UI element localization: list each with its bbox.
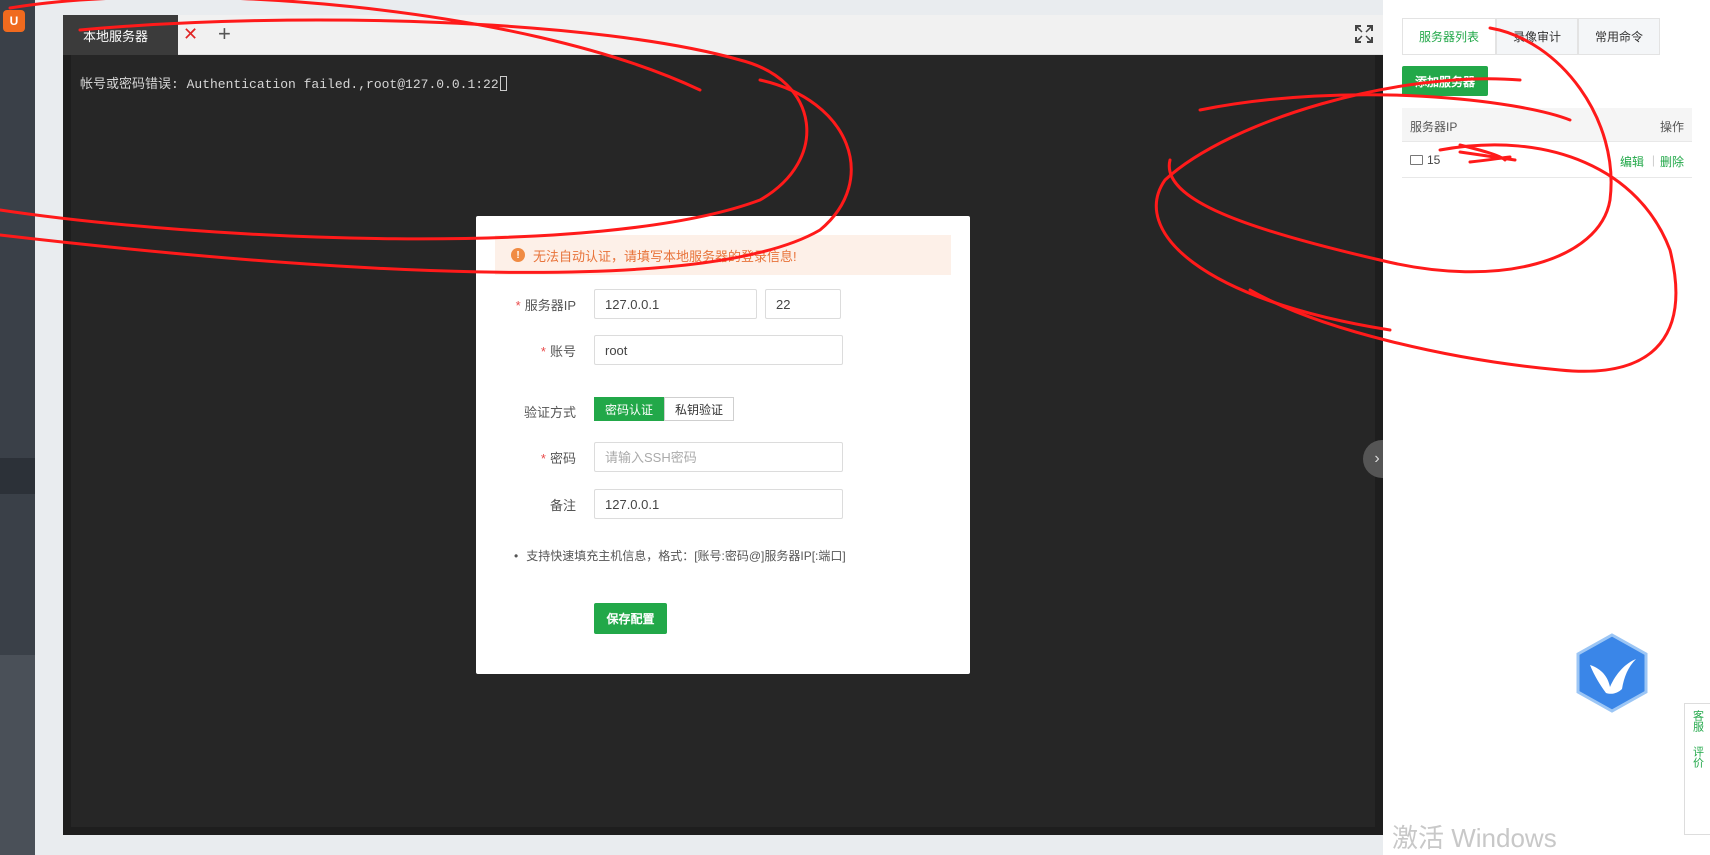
col-server-ip: 服务器IP: [1410, 120, 1458, 134]
main-panel: 本地服务器 ✕ + 帐号或密码错误: Authentication failed…: [63, 15, 1391, 835]
server-ip-label: * 服务器IP: [515, 298, 576, 313]
bird-logo-icon[interactable]: [1574, 633, 1650, 713]
tab-label: 本地服务器: [83, 28, 149, 44]
login-dialog: ! 无法自动认证，请填写本地服务器的登录信息! *服务器IP *账号 验证方式 …: [476, 216, 970, 674]
auth-method-toggle: 密码认证 私钥验证: [594, 397, 735, 421]
password-label: * 密码: [540, 451, 576, 466]
feedback-sidebar: 客服 评价: [1684, 703, 1710, 835]
alert-text: 无法自动认证，请填写本地服务器的登录信息!: [533, 248, 797, 264]
tab-server-list[interactable]: 服务器列表: [1402, 18, 1497, 54]
terminal-tabbar: 本地服务器 ✕ +: [63, 15, 1383, 55]
server-table-header: 服务器IP 操作: [1402, 108, 1692, 142]
key-auth-option[interactable]: 私钥验证: [664, 397, 735, 421]
divider: |: [1651, 153, 1655, 167]
port-input[interactable]: [765, 289, 841, 319]
table-row[interactable]: 15 编辑 | 删除: [1402, 142, 1692, 178]
app-logo[interactable]: U: [3, 10, 25, 32]
terminal-cursor: [499, 76, 507, 91]
edit-link[interactable]: 编辑: [1620, 153, 1644, 170]
account-input[interactable]: [594, 335, 843, 365]
monitor-icon: [1410, 155, 1423, 165]
tab-recording-audit[interactable]: 录像审计: [1496, 18, 1579, 54]
close-icon[interactable]: ✕: [183, 24, 198, 45]
add-tab-icon[interactable]: +: [218, 21, 231, 47]
server-panel-tabs: 服务器列表 录像审计 常用命令: [1402, 18, 1661, 55]
password-auth-option[interactable]: 密码认证: [594, 397, 665, 421]
remark-input[interactable]: [594, 489, 843, 519]
password-input[interactable]: [594, 442, 843, 472]
auth-method-label: 验证方式: [523, 405, 576, 420]
server-panel: 服务器列表 录像审计 常用命令 添加服务器 服务器IP 操作 15 编辑 | 删…: [1383, 0, 1710, 855]
format-hint: 支持快速填充主机信息，格式：[账号:密码@]服务器IP[:端口]: [514, 547, 846, 564]
save-config-button[interactable]: 保存配置: [594, 603, 667, 634]
tab-local-server[interactable]: 本地服务器: [63, 15, 178, 55]
review-button[interactable]: 评价: [1690, 746, 1706, 768]
add-server-button[interactable]: 添加服务器: [1402, 66, 1488, 96]
warning-alert: ! 无法自动认证，请填写本地服务器的登录信息!: [495, 235, 951, 275]
windows-activation-watermark: 激活 Windows: [1392, 823, 1557, 853]
fullscreen-icon[interactable]: [1355, 25, 1373, 43]
sidebar-lower-section: [0, 655, 35, 855]
sidebar-active-item[interactable]: [0, 458, 35, 494]
delete-link[interactable]: 删除: [1660, 153, 1684, 170]
customer-service-button[interactable]: 客服: [1690, 710, 1706, 732]
server-ip-input[interactable]: [594, 289, 757, 319]
account-label: * 账号: [540, 344, 576, 359]
server-ip-cell: 15: [1410, 153, 1440, 167]
tab-common-commands[interactable]: 常用命令: [1578, 18, 1661, 54]
left-sidebar: U: [0, 0, 35, 855]
terminal-output: 帐号或密码错误: Authentication failed.,root@127…: [80, 73, 507, 92]
col-actions: 操作: [1659, 120, 1684, 134]
remark-label: 备注: [549, 498, 576, 513]
warning-icon: !: [511, 248, 525, 262]
